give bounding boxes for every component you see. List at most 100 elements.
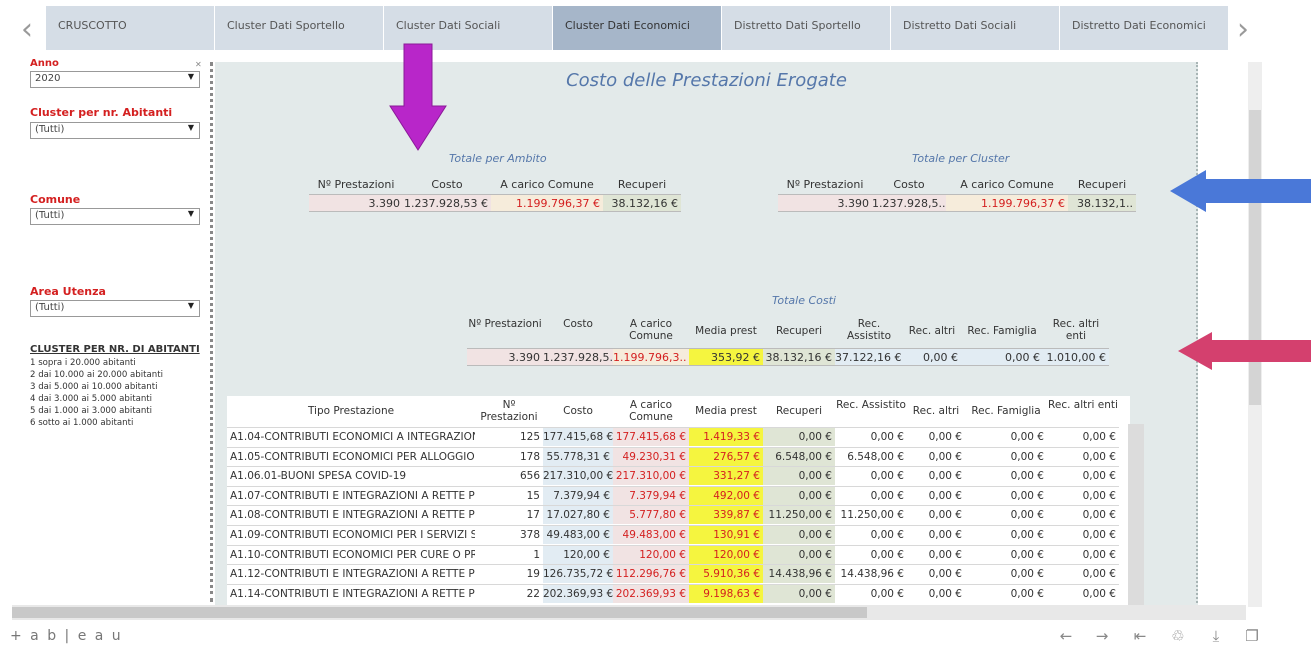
value-cell: 0,00 €: [763, 584, 835, 603]
redo-icon[interactable]: →: [1092, 627, 1112, 645]
comune-select[interactable]: (Tutti) ▼: [30, 208, 200, 225]
fullscreen-icon[interactable]: ❐: [1242, 627, 1262, 645]
chevron-right-icon[interactable]: ›: [1228, 10, 1258, 50]
value-cell: 14.438,96 €: [840, 568, 904, 581]
chevron-down-icon: ▼: [187, 209, 194, 218]
legend-title: CLUSTER PER NR. DI ABITANTI: [30, 344, 200, 355]
value-cell: 5.910,36 €: [689, 565, 763, 584]
tab-cruscotto[interactable]: CRUSCOTTO: [46, 6, 215, 50]
col-header: Costo: [431, 178, 463, 191]
table-row[interactable]: A1.09-CONTRIBUTI ECONOMICI PER I SERVIZI…: [227, 525, 1119, 544]
table-row[interactable]: A1.10-CONTRIBUTI ECONOMICI PER CURE O PR…: [227, 544, 1119, 564]
value-cell: 55.778,31 €: [543, 447, 613, 466]
table-row[interactable]: A1.14-CONTRIBUTI E INTEGRAZIONI A RETTE …: [227, 583, 1119, 603]
col-header: Rec. Assistito: [846, 318, 892, 342]
undo-icon[interactable]: ←: [1056, 627, 1076, 645]
cluster-select-value: (Tutti): [35, 124, 65, 135]
totale-costi-title: Totale Costi: [772, 294, 836, 307]
table-row[interactable]: A1.05-CONTRIBUTI ECONOMICI PER ALLOGGIO 1…: [227, 446, 1119, 466]
value-cell: 120,00 €: [689, 545, 763, 564]
tipo-prestazione-cell: A1.07-CONTRIBUTI E INTEGRAZIONI A RETTE …: [230, 489, 475, 502]
value-cell: 1.237.928,53 €: [403, 195, 491, 211]
value-cell: 1.237.928,5..: [543, 349, 613, 365]
table-row[interactable]: A1.08-CONTRIBUTI E INTEGRAZIONI A RETTE …: [227, 505, 1119, 525]
filter-panel: Anno ✕ 2020 ▼ Cluster per nr. Abitanti (…: [27, 58, 213, 602]
col-header: Rec. Assistito: [836, 399, 906, 411]
horizontal-scrollbar[interactable]: [12, 605, 1246, 620]
value-cell: 38.132,16 €: [763, 349, 835, 365]
share-icon[interactable]: ♲: [1168, 627, 1188, 645]
col-header: Costo: [563, 318, 593, 330]
value-cell: 3.390: [778, 195, 872, 211]
anno-select[interactable]: 2020 ▼: [30, 71, 200, 88]
cluster-select[interactable]: (Tutti) ▼: [30, 122, 200, 139]
value-cell: 1.199.796,37 €: [946, 195, 1068, 211]
table-row[interactable]: A1.12-CONTRIBUTI E INTEGRAZIONI A RETTE …: [227, 564, 1119, 584]
tipo-prestazione-cell: A1.10-CONTRIBUTI ECONOMICI PER CURE O PR…: [230, 548, 475, 561]
area-utenza-select-value: (Tutti): [35, 302, 65, 313]
value-cell: 0,00 €: [1082, 509, 1116, 522]
tipo-prestazione-cell: A1.09-CONTRIBUTI ECONOMICI PER I SERVIZI…: [230, 529, 475, 541]
value-cell: 0,00 €: [1082, 568, 1116, 581]
legend-item: 6 sotto ai 1.000 abitanti: [30, 418, 134, 428]
detail-table: Tipo Prestazione Nº Prestazioni Costo A …: [227, 396, 1130, 607]
value-cell: 0,00 €: [961, 349, 1043, 365]
revert-icon[interactable]: ⇤: [1130, 627, 1150, 645]
anno-select-value: 2020: [35, 73, 61, 84]
value-cell: 217.310,00 €: [543, 467, 613, 486]
value-cell: 0,00 €: [763, 486, 835, 505]
tab-cluster-dati-sportello[interactable]: Cluster Dati Sportello: [215, 6, 384, 50]
red-arrow-annotation: [1178, 332, 1311, 370]
value-cell: 0,00 €: [870, 529, 904, 541]
cluster-header: Nº Prestazioni Costo A carico Comune Rec…: [778, 178, 1136, 191]
value-cell: 353,92 €: [689, 349, 763, 365]
col-header: Rec. Famiglia: [967, 325, 1037, 337]
value-cell: 0,00 €: [763, 428, 835, 446]
tipo-prestazione-cell: A1.04-CONTRIBUTI ECONOMICI A INTEGRAZION…: [230, 431, 475, 443]
clear-filter-icon[interactable]: ✕: [195, 60, 202, 69]
viz-toolbar: + a b | e a u ← → ⇤ ♲ ⤓ ❐: [0, 622, 1316, 652]
tab-distretto-dati-economici[interactable]: Distretto Dati Economici: [1060, 6, 1229, 50]
scroll-thumb[interactable]: [12, 607, 867, 618]
totale-header: Nº Prestazioni Costo A carico Comune Med…: [467, 318, 1109, 342]
comune-label: Comune: [30, 193, 81, 206]
tab-cluster-dati-economici[interactable]: Cluster Dati Economici: [553, 6, 722, 50]
panel-divider: [209, 62, 213, 602]
value-cell: 0,00 €: [1082, 470, 1116, 483]
value-cell: 177.415,68 €: [543, 428, 613, 446]
area-utenza-label: Area Utenza: [30, 285, 106, 298]
table-row[interactable]: A1.07-CONTRIBUTI E INTEGRAZIONI A RETTE …: [227, 485, 1119, 505]
value-cell: 202.369,93 €: [613, 584, 689, 603]
value-cell: 0,00 €: [1010, 509, 1044, 522]
value-cell: 1.419,33 €: [689, 428, 763, 446]
tipo-prestazione-cell: A1.08-CONTRIBUTI E INTEGRAZIONI A RETTE …: [230, 509, 475, 522]
col-header: A carico Comune: [629, 399, 673, 423]
dashboard-tabs: CRUSCOTTO Cluster Dati Sportello Cluster…: [46, 6, 1229, 50]
value-cell: 0,00 €: [1010, 450, 1044, 463]
value-cell: 1.199.796,37 €: [491, 195, 603, 211]
col-header: Costo: [893, 178, 925, 191]
tab-distretto-dati-sportello[interactable]: Distretto Dati Sportello: [722, 6, 891, 50]
value-cell: 1.237.928,5..: [872, 195, 946, 211]
tab-distretto-dati-sociali[interactable]: Distretto Dati Sociali: [891, 6, 1060, 50]
value-cell: 120,00 €: [543, 545, 613, 564]
value-cell: 22: [526, 587, 540, 600]
value-cell: 0,00 €: [928, 587, 962, 600]
table-scrollbar[interactable]: [1128, 424, 1144, 607]
col-header: Media prest: [695, 325, 757, 337]
value-cell: 0,00 €: [928, 431, 962, 443]
value-cell: 14.438,96 €: [763, 565, 835, 584]
value-cell: 120,00 €: [613, 545, 689, 564]
value-cell: 3.390: [309, 195, 403, 211]
table-row[interactable]: A1.04-CONTRIBUTI ECONOMICI A INTEGRAZION…: [227, 427, 1119, 446]
value-cell: 49.483,00 €: [543, 526, 613, 544]
table-row[interactable]: A1.06.01-BUONI SPESA COVID-19 656 217.310,…: [227, 466, 1119, 486]
area-utenza-select[interactable]: (Tutti) ▼: [30, 300, 200, 317]
download-icon[interactable]: ⤓: [1206, 627, 1226, 645]
value-cell: 0,00 €: [928, 450, 962, 463]
chevron-left-icon[interactable]: ‹: [12, 10, 42, 50]
value-cell: 3.390: [467, 349, 543, 365]
value-cell: 11.250,00 €: [763, 506, 835, 525]
totale-values: 3.390 1.237.928,5.. 1.199.796,3.. 353,92…: [467, 348, 1109, 366]
col-header: Rec. altri enti: [1052, 318, 1100, 342]
